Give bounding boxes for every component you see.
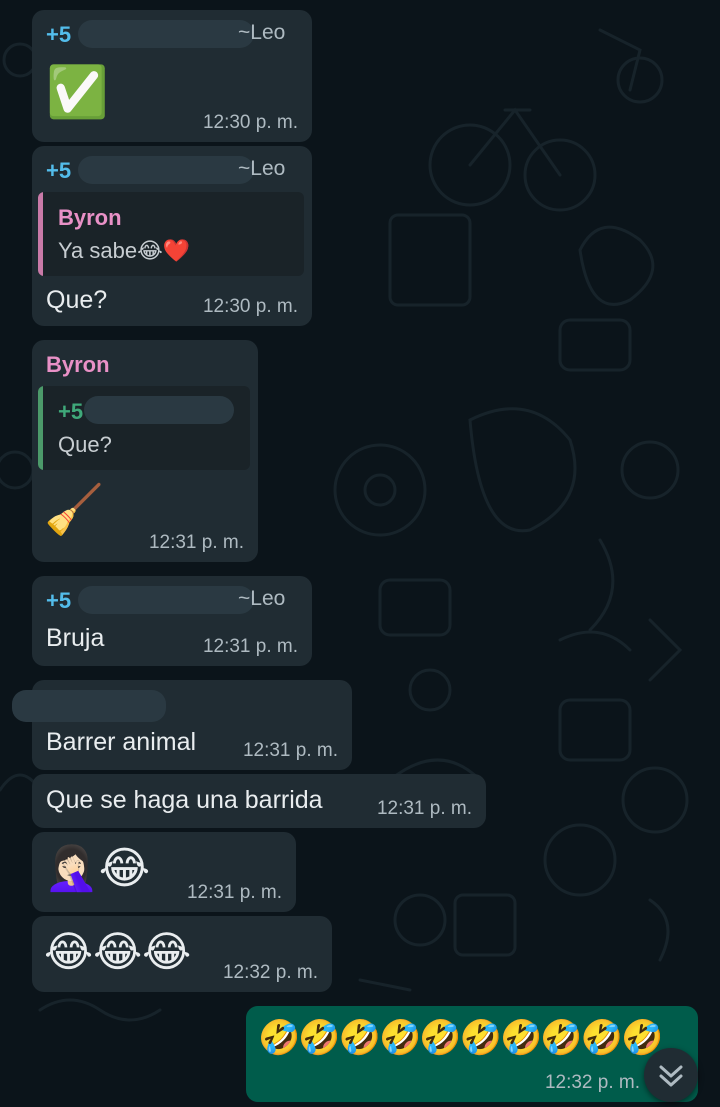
quote-author: Byron bbox=[58, 205, 122, 230]
sender-pushname: ~Leo bbox=[238, 157, 286, 180]
message-text: Barrer animal bbox=[46, 728, 197, 756]
message-bubble[interactable]: +5 ~Leo Byron Ya sabe😂❤️ Que? 12:30 p. m… bbox=[32, 146, 312, 326]
message-bubble[interactable]: +5 ~Leo Bruja 12:31 p. m. bbox=[32, 576, 312, 666]
message-bubble[interactable]: 😂😂😂 12:32 p. m. bbox=[32, 916, 332, 992]
laugh-emojis: 😂😂😂 bbox=[44, 928, 192, 975]
message-time: 12:32 p. m. bbox=[544, 1072, 640, 1093]
sender-pushname: ~Leo bbox=[238, 587, 286, 610]
sender-phone[interactable]: +5 bbox=[46, 22, 71, 48]
redacted-phone bbox=[78, 156, 254, 184]
quote-text: Ya sabe😂❤️ bbox=[58, 238, 190, 264]
redacted-phone bbox=[84, 396, 234, 424]
outgoing-message-bubble[interactable]: 🤣🤣🤣🤣🤣🤣🤣🤣🤣🤣 12:32 p. m. bbox=[246, 1006, 698, 1102]
message-time: 12:30 p. m. bbox=[202, 112, 298, 133]
message-time: 12:30 p. m. bbox=[202, 296, 298, 317]
double-chevron-down-icon bbox=[659, 1065, 683, 1087]
message-text: Que se haga una barrida bbox=[46, 786, 323, 814]
quoted-message[interactable]: Byron Ya sabe😂❤️ bbox=[38, 192, 304, 276]
redacted-sender bbox=[12, 690, 166, 722]
sender-phone[interactable]: +5 bbox=[46, 588, 71, 614]
quote-bar bbox=[38, 192, 43, 276]
message-bubble[interactable]: 🤦🏻‍♀️😂 12:31 p. m. bbox=[32, 832, 296, 912]
message-text: Bruja bbox=[46, 624, 105, 652]
message-bubble[interactable]: Byron +5 Que? 🧹 12:31 p. m. bbox=[32, 340, 258, 562]
message-time: 12:32 p. m. bbox=[222, 962, 318, 983]
message-time: 12:31 p. m. bbox=[376, 798, 472, 819]
checkmark-emoji: ✅ bbox=[46, 64, 109, 120]
sender-phone[interactable]: +5 bbox=[46, 158, 71, 184]
message-time: 12:31 p. m. bbox=[148, 532, 244, 553]
quoted-message[interactable]: +5 Que? bbox=[38, 386, 250, 470]
facepalm-laugh-emoji: 🤦🏻‍♀️😂 bbox=[44, 844, 151, 893]
rofl-emojis: 🤣🤣🤣🤣🤣🤣🤣🤣🤣🤣 bbox=[258, 1019, 663, 1057]
quote-text: Que? bbox=[58, 432, 112, 457]
message-bubble[interactable]: Barrer animal 12:31 p. m. bbox=[12, 680, 352, 770]
redacted-phone bbox=[78, 20, 254, 48]
quote-emoji: 😂❤️ bbox=[137, 238, 191, 263]
message-bubble[interactable]: +5 ~Leo ✅ 12:30 p. m. bbox=[32, 10, 312, 142]
message-text: Que? bbox=[46, 286, 108, 314]
message-time: 12:31 p. m. bbox=[202, 636, 298, 657]
message-bubble[interactable]: Que se haga una barrida 12:31 p. m. bbox=[32, 774, 486, 828]
scroll-to-bottom-button[interactable] bbox=[644, 1048, 698, 1102]
redacted-phone bbox=[78, 586, 254, 614]
quote-bar bbox=[38, 386, 43, 470]
message-time: 12:31 p. m. bbox=[242, 740, 338, 761]
quote-author: +5 bbox=[58, 399, 84, 424]
broom-emoji: 🧹 bbox=[44, 484, 104, 537]
sender-pushname: ~Leo bbox=[238, 21, 286, 44]
sender-name[interactable]: Byron bbox=[46, 352, 110, 378]
message-time: 12:31 p. m. bbox=[186, 882, 282, 903]
quote-text-content: Ya sabe bbox=[58, 238, 138, 263]
